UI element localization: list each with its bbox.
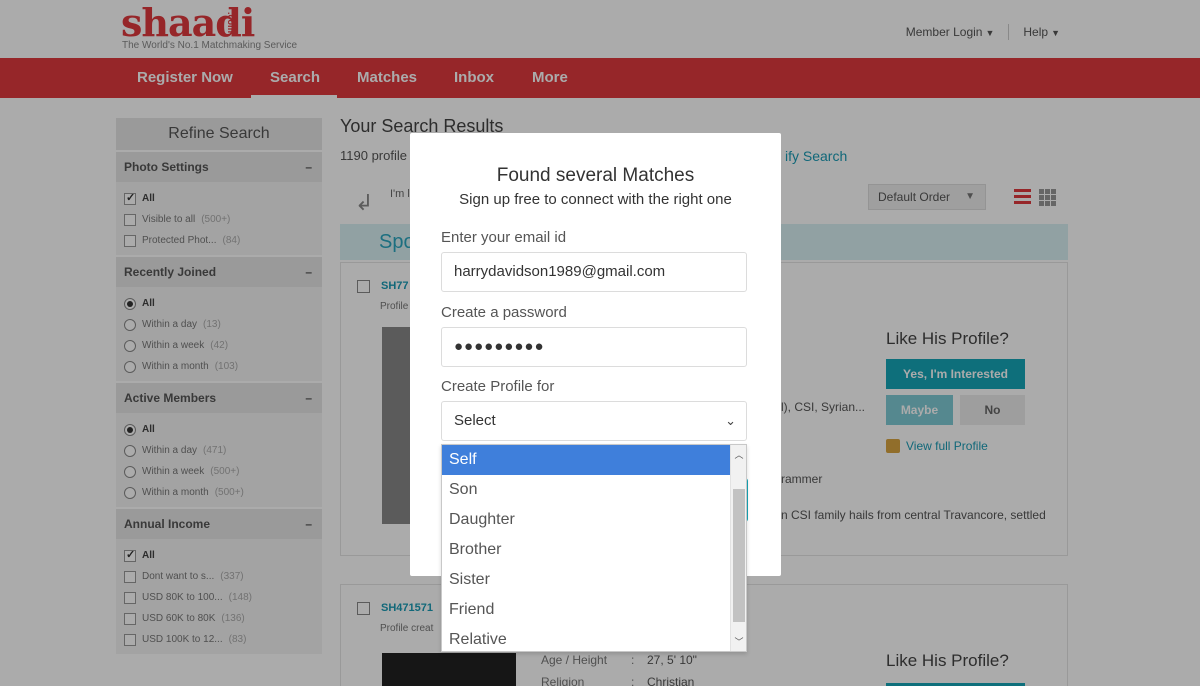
profile-for-label: Create Profile for	[441, 378, 555, 395]
scrollbar-thumb[interactable]	[733, 489, 745, 622]
dropdown-option-daughter[interactable]: Daughter	[442, 505, 730, 535]
scroll-up-icon[interactable]: ︿	[731, 448, 746, 461]
modal-title: Found several Matches	[496, 165, 695, 186]
modal-subtitle: Sign up free to connect with the right o…	[459, 191, 732, 208]
dropdown-option-sister[interactable]: Sister	[442, 565, 730, 595]
profile-for-select[interactable]: Select ⌄	[441, 401, 747, 441]
password-field[interactable]: ●●●●●●●●●	[441, 327, 747, 367]
password-label: Create a password	[441, 304, 567, 321]
dropdown-option-relative[interactable]: Relative	[442, 625, 730, 651]
dropdown-option-son[interactable]: Son	[442, 475, 730, 505]
profile-for-dropdown-list: Self Son Daughter Brother Sister Friend …	[441, 444, 747, 652]
email-label: Enter your email id	[441, 229, 567, 246]
dropdown-option-self[interactable]: Self	[442, 445, 730, 475]
email-field[interactable]: harrydavidson1989@gmail.com	[441, 252, 747, 292]
dropdown-option-friend[interactable]: Friend	[442, 595, 730, 625]
scroll-down-icon[interactable]: ﹀	[731, 635, 746, 648]
dropdown-scrollbar[interactable]: ︿ ﹀	[730, 445, 746, 651]
dropdown-option-brother[interactable]: Brother	[442, 535, 730, 565]
chevron-down-icon: ⌄	[725, 413, 736, 428]
